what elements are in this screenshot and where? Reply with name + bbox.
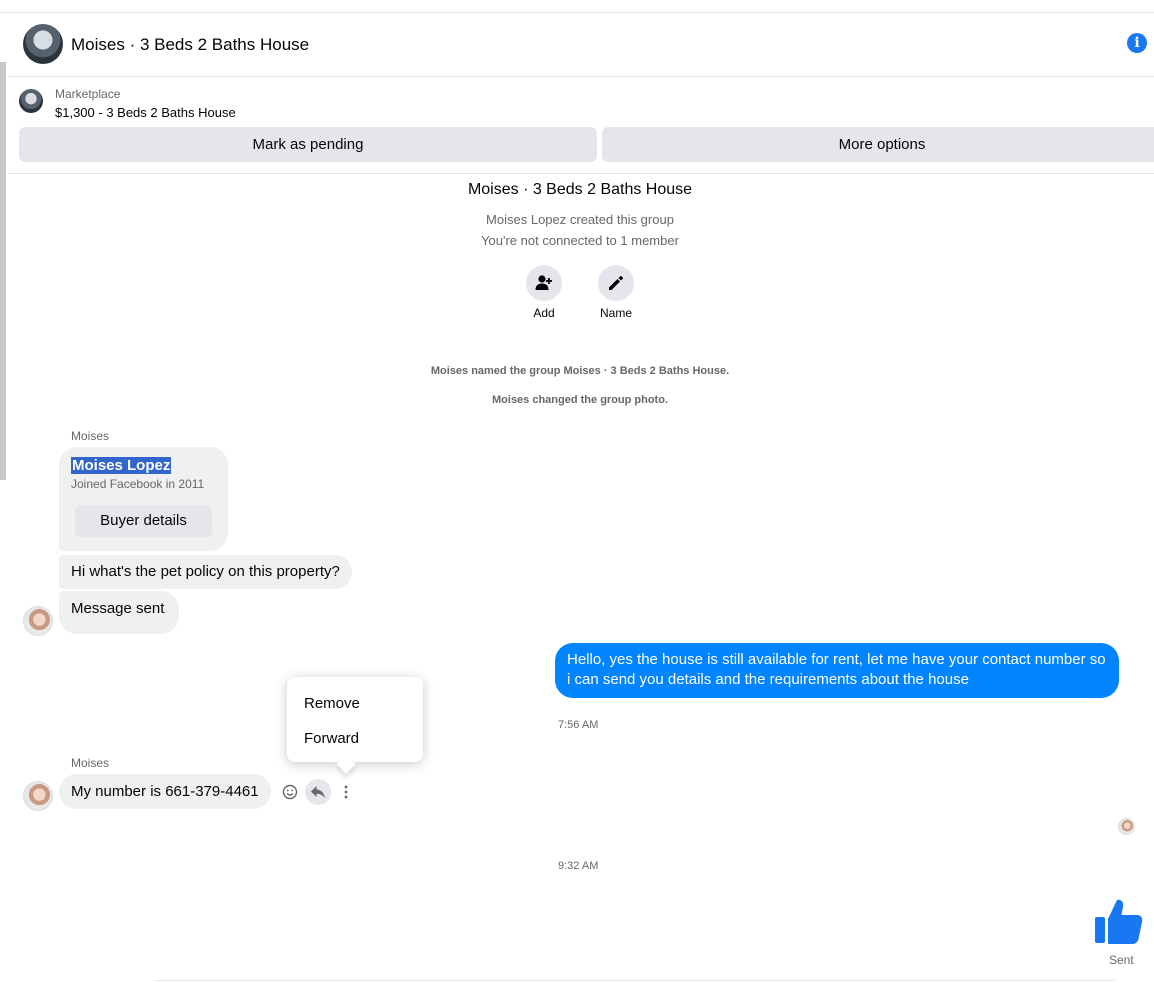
system-message-named: Moises named the group Moises · 3 Beds 2… xyxy=(430,365,730,377)
name-label: Name xyxy=(599,306,632,320)
message-bubble[interactable]: Hi what's the pet policy on this propert… xyxy=(59,555,352,589)
buyer-joined: Joined Facebook in 2011 xyxy=(71,477,205,491)
timestamp: 9:32 AM xyxy=(558,860,599,872)
sender-avatar[interactable] xyxy=(23,781,53,811)
reply-button[interactable] xyxy=(305,779,331,805)
more-options-button[interactable]: More options xyxy=(602,127,1154,162)
marketplace-label: Marketplace xyxy=(55,87,121,101)
remove-menu-item[interactable]: Remove xyxy=(304,695,360,712)
vertical-dots-icon xyxy=(344,785,348,799)
timestamp: 7:56 AM xyxy=(558,719,599,731)
sender-name: Moises xyxy=(71,756,110,770)
sender-avatar[interactable] xyxy=(23,606,53,636)
composer-divider xyxy=(155,980,1115,981)
like-icon[interactable] xyxy=(1093,896,1145,953)
sent-status: Sent xyxy=(1109,953,1134,967)
smiley-icon xyxy=(282,784,298,800)
message-bubble[interactable]: My number is 661-379-4461 xyxy=(59,774,271,809)
mark-pending-button[interactable]: Mark as pending xyxy=(19,127,597,162)
group-avatar[interactable] xyxy=(23,24,63,64)
name-group-button[interactable] xyxy=(598,265,634,301)
react-button[interactable] xyxy=(277,779,303,805)
group-created-text: Moises Lopez created this group xyxy=(486,212,674,227)
connection-text: You're not connected to 1 member xyxy=(481,233,679,248)
forward-menu-item[interactable]: Forward xyxy=(304,730,359,747)
menu-pointer xyxy=(336,754,356,774)
group-title: Moises · 3 Beds 2 Baths House xyxy=(467,181,693,198)
message-context-menu: Remove Forward xyxy=(287,677,423,774)
pencil-icon xyxy=(609,276,623,290)
buyer-details-button[interactable]: Buyer details xyxy=(75,505,212,537)
chat-title: Moises · 3 Beds 2 Baths House xyxy=(71,35,310,54)
info-icon[interactable]: i xyxy=(1127,33,1147,53)
buyer-name: Moises Lopez xyxy=(71,457,172,474)
outgoing-message-bubble[interactable]: Hello, yes the house is still available … xyxy=(555,643,1119,698)
add-person-icon xyxy=(535,275,552,290)
add-member-button[interactable] xyxy=(526,265,562,301)
message-bubble[interactable]: Message sent xyxy=(59,591,180,634)
chat-header: Moises · 3 Beds 2 Baths House i xyxy=(8,13,1154,77)
marketplace-bar: Marketplace $1,300 - 3 Beds 2 Baths Hous… xyxy=(8,77,1154,174)
listing-title[interactable]: $1,300 - 3 Beds 2 Baths House xyxy=(55,105,236,120)
reply-icon xyxy=(311,786,325,798)
sender-name: Moises xyxy=(71,429,110,443)
buyer-profile-card: Moises Lopez Joined Facebook in 2011 Buy… xyxy=(59,447,228,551)
listing-thumbnail[interactable] xyxy=(19,89,43,113)
add-label: Add xyxy=(533,306,555,320)
system-message-photo: Moises changed the group photo. xyxy=(492,394,668,406)
more-actions-button[interactable] xyxy=(333,779,359,805)
scrollbar[interactable] xyxy=(0,62,6,480)
read-receipt-avatar xyxy=(1118,818,1135,835)
